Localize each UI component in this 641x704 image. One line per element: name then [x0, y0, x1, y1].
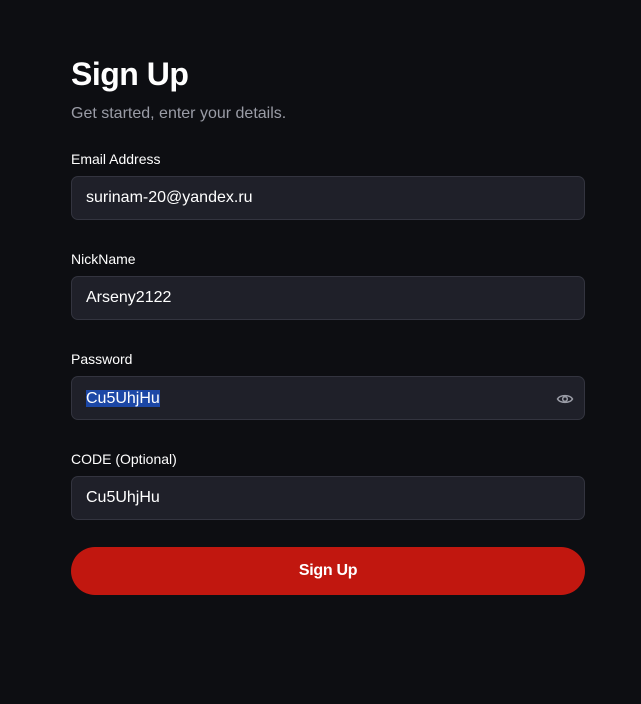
email-label: Email Address — [71, 151, 161, 167]
code-label: CODE (Optional) — [71, 451, 177, 467]
nickname-field[interactable] — [72, 277, 584, 319]
eye-icon[interactable] — [556, 391, 574, 407]
password-field-group: Password Cu5UhjHu — [71, 350, 585, 420]
signup-form: Sign Up Get started, enter your details.… — [71, 54, 585, 520]
password-value: Cu5UhjHu — [86, 389, 160, 409]
email-field-group: Email Address — [71, 150, 585, 220]
signup-page: Sign Up Get started, enter your details.… — [0, 0, 641, 704]
email-field-wrap — [71, 176, 585, 220]
code-field-wrap — [71, 476, 585, 520]
email-field[interactable] — [72, 177, 584, 219]
password-label: Password — [71, 351, 133, 367]
nickname-field-group: NickName — [71, 250, 585, 320]
sign-up-button[interactable]: Sign Up — [71, 547, 585, 595]
code-field-group: CODE (Optional) — [71, 450, 585, 520]
password-field[interactable]: Cu5UhjHu — [71, 376, 585, 420]
page-title: Sign Up — [71, 56, 189, 92]
page-subtitle: Get started, enter your details. — [71, 105, 287, 122]
code-field[interactable] — [72, 477, 584, 519]
nickname-field-wrap — [71, 276, 585, 320]
nickname-label: NickName — [71, 251, 136, 267]
password-selected-text: Cu5UhjHu — [86, 390, 160, 407]
